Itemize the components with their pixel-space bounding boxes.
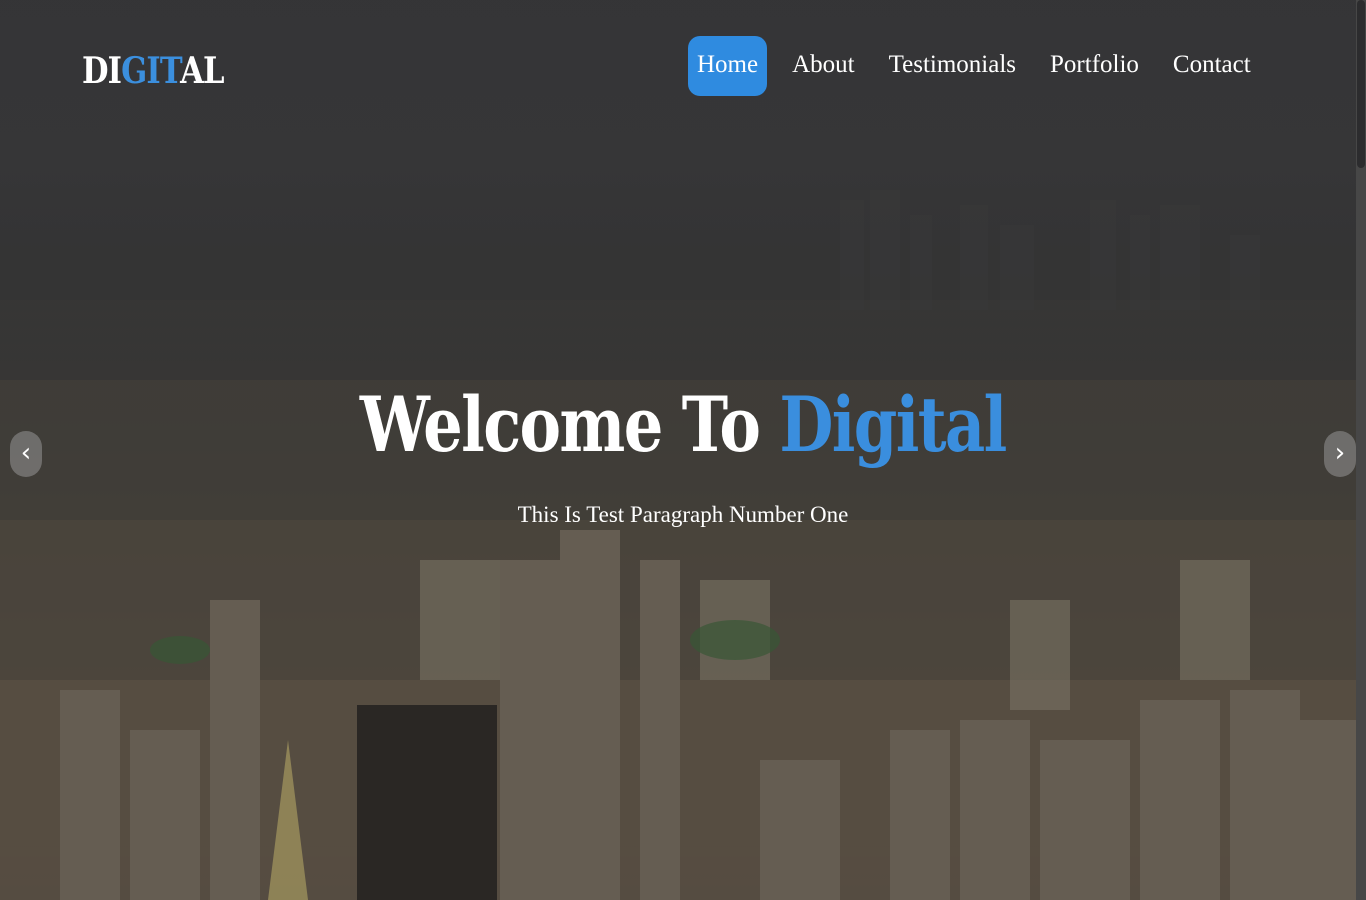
carousel-prev-button[interactable]: ‹ (10, 431, 42, 477)
logo-text-end: AL (180, 50, 224, 92)
hero-subtitle: This Is Test Paragraph Number One (517, 502, 849, 527)
hero-headline: Welcome To Digital (0, 380, 1366, 469)
nav-item-about[interactable]: About (783, 36, 864, 96)
nav-item-contact[interactable]: Contact (1164, 36, 1260, 96)
scrollbar-thumb[interactable] (1357, 0, 1365, 168)
logo-text-accent: GIT (121, 50, 181, 92)
chevron-left-icon: ‹ (20, 438, 32, 468)
page-scrollbar[interactable] (1356, 0, 1366, 900)
nav-item-testimonials[interactable]: Testimonials (880, 36, 1025, 96)
carousel-next-button[interactable]: › (1324, 431, 1356, 477)
nav-item-portfolio[interactable]: Portfolio (1041, 36, 1148, 96)
logo-text-start: DI (82, 50, 122, 92)
hero-headline-text: Welcome To (360, 380, 780, 469)
chevron-right-icon: › (1334, 438, 1346, 468)
main-navigation: Home About Testimonials Portfolio Contac… (688, 36, 1276, 96)
site-logo[interactable]: DIGITAL (82, 50, 225, 92)
nav-item-home[interactable]: Home (688, 36, 768, 96)
hero-section: DIGITAL Home About Testimonials Portfoli… (0, 0, 1366, 900)
hero-headline-accent: Digital (779, 380, 1008, 469)
